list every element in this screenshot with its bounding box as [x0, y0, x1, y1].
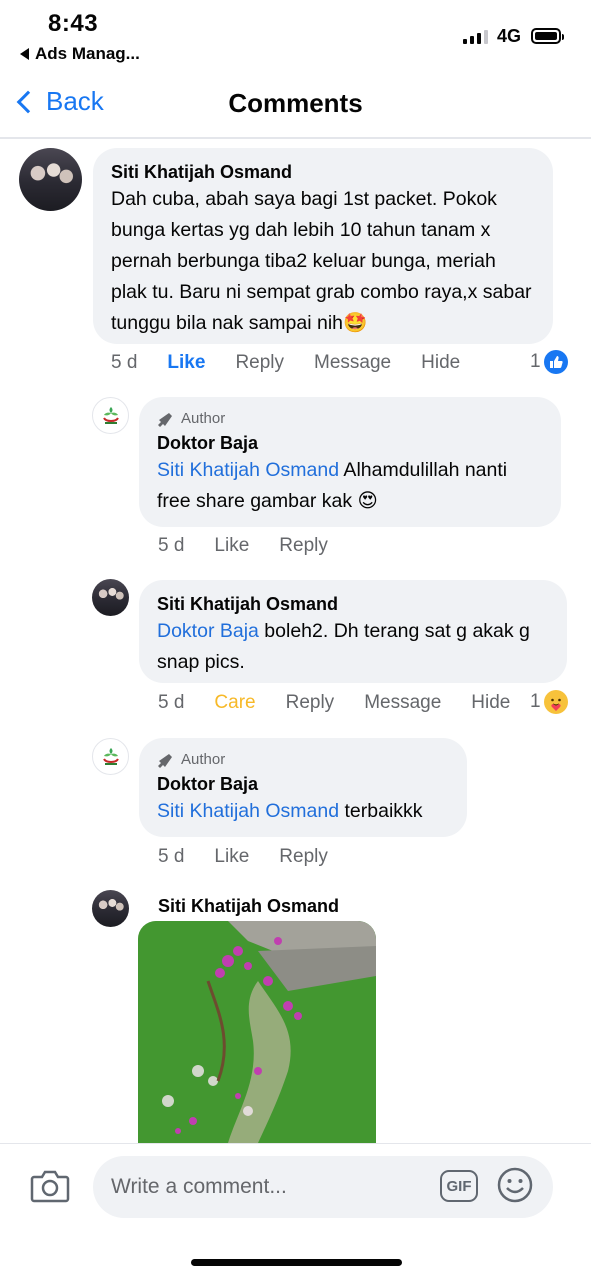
emoji-button[interactable] [496, 1166, 534, 1209]
comment-actions: 5 d Like Reply [158, 846, 358, 868]
reply-bubble[interactable]: Author Doktor Baja Siti Khatijah Osmand … [139, 397, 561, 527]
comment-text: Siti Khatijah Osmand terbaikkk [157, 796, 449, 827]
back-app-label: Ads Manag... [35, 44, 140, 63]
comment-time: 5 d [158, 692, 185, 713]
care-button[interactable]: Care [214, 692, 255, 714]
comment-actions: 5 d Care Reply Message Hide [158, 692, 540, 714]
back-to-app-link[interactable]: Ads Manag... [20, 44, 140, 64]
mention-link[interactable]: Siti Khatijah Osmand [157, 459, 339, 481]
flower-garden-image [138, 921, 376, 1143]
page-title: Comments [228, 88, 363, 118]
thumbs-up-icon [543, 350, 568, 374]
comment-text: Doktor Baja boleh2. Dh terang sat g akak… [157, 616, 549, 678]
comment-photo[interactable] [138, 921, 376, 1143]
comment-time: 5 d [158, 846, 185, 867]
network-type: 4G [497, 26, 522, 46]
author-badge-label: Author [181, 751, 226, 768]
message-button[interactable]: Message [314, 352, 391, 374]
reply-button[interactable]: Reply [279, 846, 328, 868]
avatar[interactable] [92, 579, 129, 616]
like-button[interactable]: Like [214, 846, 249, 868]
reaction-summary[interactable]: 1 [530, 690, 568, 714]
commenter-name[interactable]: Siti Khatijah Osmand [111, 160, 535, 184]
commenter-name[interactable]: Doktor Baja [157, 431, 543, 455]
author-badge: Author [157, 409, 543, 429]
reply-button[interactable]: Reply [235, 352, 284, 374]
reply-button[interactable]: Reply [286, 692, 335, 714]
page-avatar[interactable] [92, 738, 129, 775]
comment-actions: 5 d Like Reply [158, 535, 358, 557]
message-button[interactable]: Message [364, 692, 441, 714]
camera-icon [30, 1170, 70, 1203]
reaction-count: 1 [530, 351, 541, 372]
doktor-baja-logo-icon [102, 406, 119, 424]
mention-link[interactable]: Siti Khatijah Osmand [157, 800, 339, 822]
commenter-name[interactable]: Siti Khatijah Osmand [157, 592, 549, 616]
page-avatar[interactable] [92, 397, 129, 434]
mention-link[interactable]: Doktor Baja [157, 620, 259, 642]
comment-text: Dah cuba, abah saya bagi 1st packet. Pok… [111, 188, 532, 334]
comment-time: 5 d [158, 535, 185, 556]
comment-time: 5 d [111, 352, 138, 373]
status-time: 8:43 [48, 10, 99, 37]
comment-text: Siti Khatijah Osmand Alhamdulillah nanti… [157, 455, 543, 517]
gif-button[interactable]: GIF [440, 1170, 478, 1202]
avatar[interactable] [19, 148, 82, 211]
camera-button[interactable] [30, 1168, 70, 1209]
comment-bubble[interactable]: Siti Khatijah Osmand Dah cuba, abah saya… [93, 148, 553, 344]
hide-button[interactable]: Hide [471, 692, 510, 714]
doktor-baja-logo-icon [102, 747, 119, 765]
avatar[interactable] [92, 890, 129, 927]
reaction-summary[interactable]: 1 [530, 350, 568, 374]
author-badge-label: Author [181, 410, 226, 427]
hide-button[interactable]: Hide [421, 352, 460, 374]
back-triangle-icon [20, 48, 29, 60]
care-reaction-icon [543, 690, 568, 714]
comment-text-content: terbaikkk [339, 800, 423, 822]
megaphone-icon [158, 754, 172, 768]
signal-icon [463, 30, 488, 44]
like-button[interactable]: Like [214, 535, 249, 557]
reply-button[interactable]: Reply [279, 535, 328, 557]
reaction-count: 1 [530, 691, 541, 712]
status-bar: 8:43 Ads Manag... 4G [0, 0, 591, 70]
home-indicator[interactable] [191, 1259, 402, 1266]
like-button[interactable]: Like [167, 352, 205, 374]
smiley-icon [497, 1167, 533, 1203]
comment-actions: 5 d Like Reply Message Hide [111, 352, 490, 374]
commenter-name[interactable]: Siti Khatijah Osmand [158, 894, 339, 918]
megaphone-icon [158, 413, 172, 427]
reply-bubble[interactable]: Author Doktor Baja Siti Khatijah Osmand … [139, 738, 467, 837]
commenter-name[interactable]: Doktor Baja [157, 772, 449, 796]
reply-bubble[interactable]: Siti Khatijah Osmand Doktor Baja boleh2.… [139, 580, 567, 683]
nav-bar: Back Comments [0, 70, 591, 139]
comment-input[interactable]: Write a comment... [93, 1156, 553, 1218]
battery-icon [531, 28, 564, 44]
author-badge: Author [157, 750, 449, 770]
